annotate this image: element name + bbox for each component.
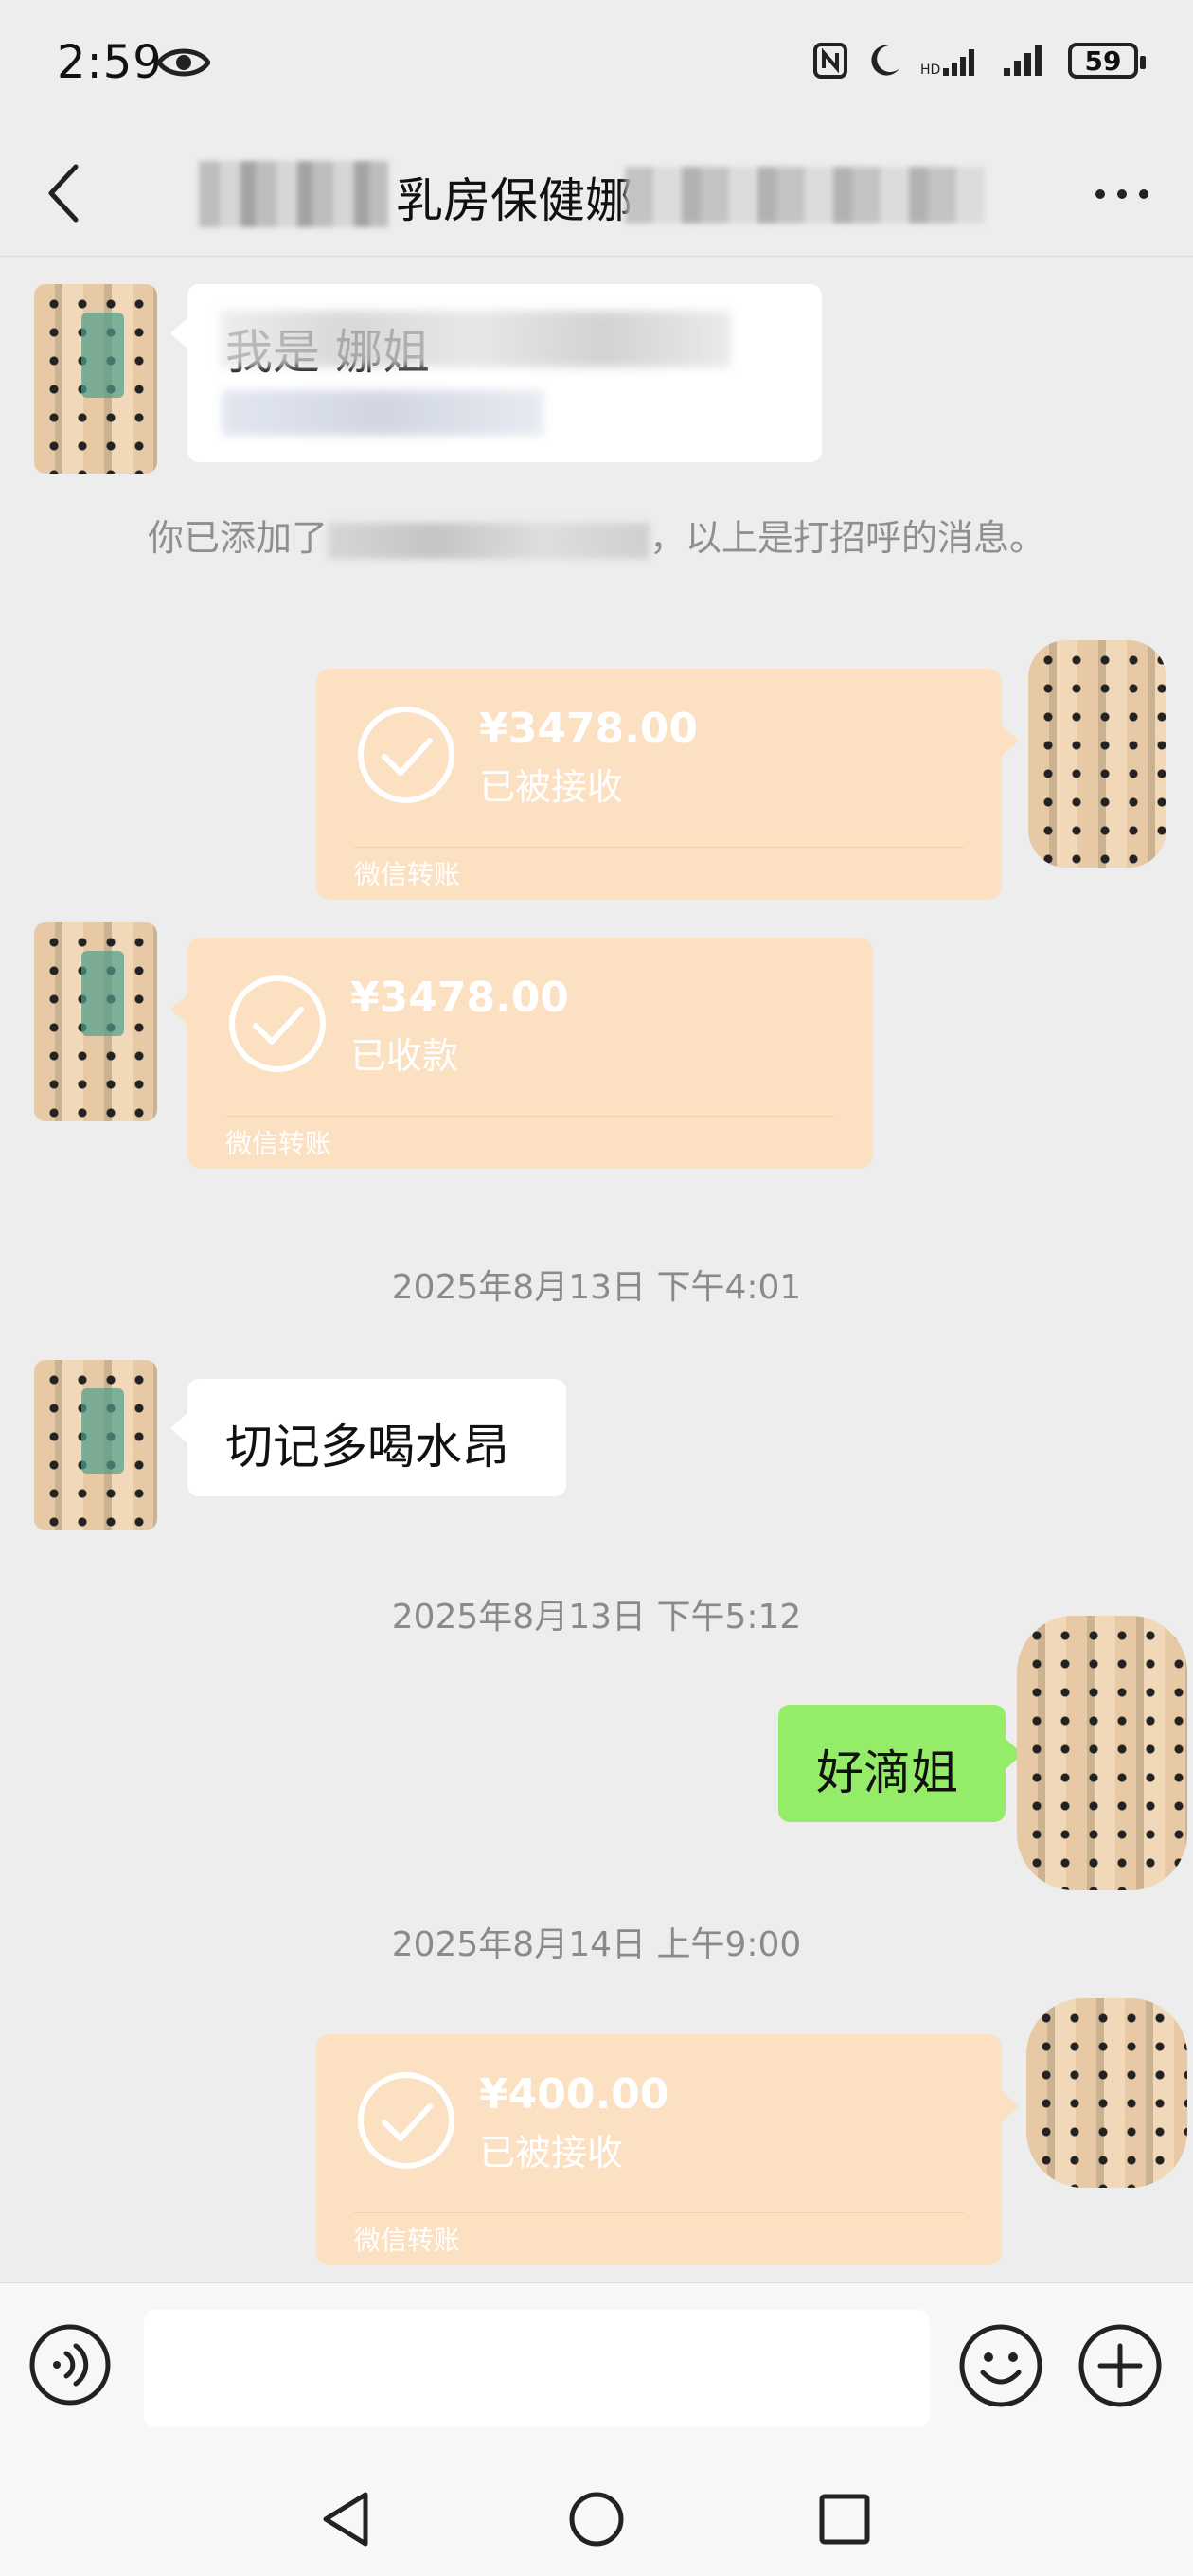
transfer-status: 已被接收: [479, 2132, 624, 2174]
nav-home-icon[interactable]: [559, 2481, 634, 2557]
check-circle-icon: [358, 2072, 454, 2169]
chat-header: 乳房保健娜: [0, 133, 1193, 257]
plus-icon[interactable]: [1077, 2323, 1163, 2408]
transfer-label: 微信转账: [225, 1128, 332, 1159]
battery-indicator: 59: [1068, 43, 1146, 79]
transfer-status: 已被接收: [479, 766, 624, 808]
transfer-card-received[interactable]: ¥3478.00 已被接收 微信转账: [316, 669, 1019, 900]
more-icon[interactable]: [1089, 170, 1155, 218]
transfer-card-collected[interactable]: ¥3478.00 已收款 微信转账: [170, 938, 873, 1169]
back-arrow-icon[interactable]: [38, 159, 98, 227]
timestamp: 2025年8月13日 下午5:12: [391, 1598, 802, 1637]
timestamp: 2025年8月13日 下午4:01: [391, 1268, 802, 1307]
signal-icon-2: [1004, 45, 1042, 76]
signal-icon: HD: [920, 49, 974, 78]
moon-icon: [871, 45, 899, 76]
intro-redaction: [220, 311, 731, 367]
transfer-label: 微信转账: [354, 859, 461, 890]
title-redaction: [199, 161, 388, 227]
timestamp: 2025年8月14日 上午9:00: [391, 1925, 802, 1964]
avatar-self[interactable]: [1017, 1616, 1187, 1890]
eye-icon: [157, 48, 210, 77]
voice-icon[interactable]: [28, 2323, 112, 2406]
transfer-amount: ¥400.00: [479, 2070, 669, 2119]
divider: [225, 1116, 835, 1117]
emoji-icon[interactable]: [958, 2323, 1043, 2408]
avatar[interactable]: [34, 922, 157, 1121]
status-icons: HD 59: [812, 42, 1146, 80]
svg-text:HD: HD: [920, 63, 940, 78]
input-bar: [0, 2282, 1193, 2454]
title-redaction-2: [625, 167, 985, 224]
message-text: 好滴姐: [816, 1745, 958, 1800]
chat-title: 乳房保健娜: [396, 173, 632, 228]
message-text: 切记多喝水昂: [225, 1420, 509, 1475]
message-input[interactable]: [144, 2310, 930, 2427]
check-circle-icon: [229, 975, 326, 1072]
system-message: 你已添加了 ，以上是打招呼的消息。: [147, 517, 1046, 559]
transfer-card-received[interactable]: ¥400.00 已被接收 微信转账: [316, 2034, 1019, 2265]
avatar[interactable]: [34, 284, 157, 474]
transfer-label: 微信转账: [354, 2225, 461, 2256]
intro-bubble[interactable]: 我是 娜姐: [170, 284, 822, 462]
system-navigation: [0, 2453, 1193, 2576]
message-bubble-sent[interactable]: 好滴姐: [778, 1705, 1023, 1822]
avatar-self[interactable]: [1028, 640, 1166, 868]
avatar[interactable]: [34, 1360, 157, 1530]
system-redaction: [328, 522, 650, 559]
nav-back-icon[interactable]: [309, 2481, 384, 2557]
message-bubble-received[interactable]: 切记多喝水昂: [170, 1379, 566, 1496]
nav-recents-icon[interactable]: [807, 2481, 882, 2557]
transfer-status: 已收款: [350, 1035, 459, 1077]
nfc-icon: [813, 43, 847, 79]
intro-redaction-2: [222, 390, 543, 436]
transfer-amount: ¥3478.00: [479, 705, 699, 753]
avatar-self[interactable]: [1026, 1998, 1187, 2188]
check-circle-icon: [358, 707, 454, 803]
transfer-amount: ¥3478.00: [350, 974, 570, 1022]
divider: [354, 2212, 964, 2213]
divider: [354, 847, 964, 848]
status-bar: 2:59 HD 59: [0, 0, 1193, 133]
status-time: 2:59: [57, 36, 163, 89]
